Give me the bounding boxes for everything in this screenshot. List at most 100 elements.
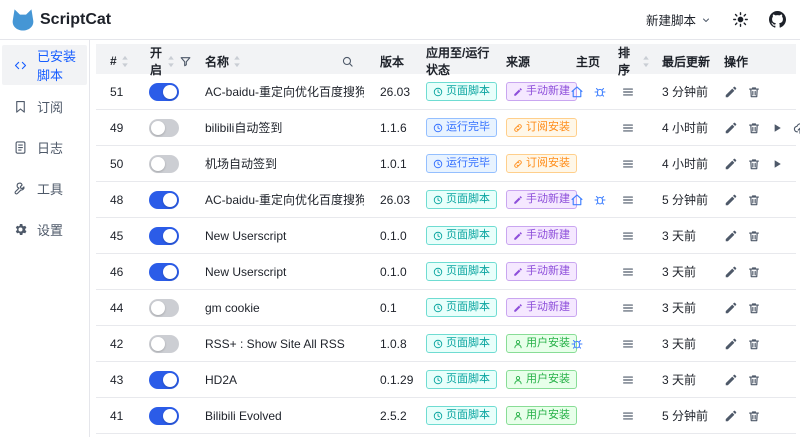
sort-carets-icon[interactable]	[233, 55, 241, 68]
column-header-name[interactable]: 名称	[192, 53, 364, 70]
enable-toggle[interactable]	[149, 407, 179, 425]
sidebar-item-installed-scripts[interactable]: 已安装脚本	[2, 45, 87, 85]
column-header-enabled[interactable]: 开启	[136, 44, 192, 78]
drag-handle-icon[interactable]	[621, 337, 635, 351]
enable-toggle[interactable]	[149, 335, 179, 353]
drag-handle-icon[interactable]	[621, 121, 635, 135]
status-badge[interactable]: 页面脚本	[426, 406, 497, 425]
edit-icon[interactable]	[724, 229, 738, 243]
sidebar-item-subscriptions[interactable]: 订阅	[2, 86, 87, 126]
status-badge[interactable]: 页面脚本	[426, 298, 497, 317]
edit-icon[interactable]	[724, 373, 738, 387]
delete-icon[interactable]	[747, 121, 761, 135]
status-badge[interactable]: 页面脚本	[426, 82, 497, 101]
edit-icon[interactable]	[724, 121, 738, 135]
row-index: 45	[96, 229, 136, 243]
delete-icon[interactable]	[747, 157, 761, 171]
source-badge[interactable]: 手动新建	[506, 226, 577, 245]
source-badge[interactable]: 订阅安装	[506, 154, 577, 173]
column-header-order[interactable]: 排序	[608, 44, 650, 78]
edit-icon[interactable]	[724, 157, 738, 171]
edit-icon[interactable]	[724, 301, 738, 315]
delete-icon[interactable]	[747, 301, 761, 315]
sort-carets-icon[interactable]	[121, 55, 129, 68]
edit-icon[interactable]	[724, 337, 738, 351]
drag-handle-icon[interactable]	[621, 409, 635, 423]
enable-toggle[interactable]	[149, 155, 179, 173]
enable-toggle[interactable]	[149, 119, 179, 137]
script-version: 1.0.1	[364, 157, 416, 171]
theme-toggle-icon[interactable]	[732, 11, 749, 28]
sidebar-item-settings[interactable]: 设置	[2, 209, 87, 249]
sidebar-item-logs[interactable]: 日志	[2, 127, 87, 167]
delete-icon[interactable]	[747, 373, 761, 387]
bug-icon[interactable]	[593, 85, 607, 99]
script-name[interactable]: New Userscript	[192, 265, 364, 279]
enable-toggle[interactable]	[149, 83, 179, 101]
enable-toggle[interactable]	[149, 263, 179, 281]
run-icon[interactable]	[770, 121, 784, 135]
drag-handle-icon[interactable]	[621, 229, 635, 243]
script-version: 0.1	[364, 301, 416, 315]
column-header-index[interactable]: #	[96, 54, 136, 68]
delete-icon[interactable]	[747, 193, 761, 207]
status-badge[interactable]: 页面脚本	[426, 334, 497, 353]
script-name[interactable]: 机场自动签到	[192, 155, 364, 172]
drag-handle-icon[interactable]	[621, 85, 635, 99]
enable-toggle[interactable]	[149, 299, 179, 317]
script-name[interactable]: gm cookie	[192, 301, 364, 315]
bug-icon[interactable]	[570, 337, 584, 351]
enable-toggle[interactable]	[149, 191, 179, 209]
script-name[interactable]: AC-baidu-重定向优化百度搜狗谷歌...	[192, 191, 364, 208]
sort-carets-icon[interactable]	[167, 55, 175, 68]
last-updated: 3 天前	[650, 335, 718, 352]
enable-toggle[interactable]	[149, 227, 179, 245]
new-script-button[interactable]: 新建脚本	[646, 10, 712, 29]
sort-carets-icon[interactable]	[642, 55, 650, 68]
script-name[interactable]: AC-baidu-重定向优化百度搜狗谷歌...	[192, 83, 364, 100]
status-badge[interactable]: 页面脚本	[426, 226, 497, 245]
home-icon[interactable]	[570, 193, 584, 207]
new-script-label: 新建脚本	[646, 10, 696, 29]
script-name[interactable]: HD2A	[192, 373, 364, 387]
home-icon[interactable]	[570, 85, 584, 99]
edit-icon[interactable]	[724, 409, 738, 423]
edit-icon[interactable]	[724, 85, 738, 99]
delete-icon[interactable]	[747, 229, 761, 243]
run-icon[interactable]	[770, 157, 784, 171]
script-name[interactable]: Bilibili Evolved	[192, 409, 364, 423]
filter-icon[interactable]	[179, 55, 192, 68]
delete-icon[interactable]	[747, 265, 761, 279]
status-badge[interactable]: 页面脚本	[426, 262, 497, 281]
search-icon[interactable]	[341, 55, 354, 68]
drag-handle-icon[interactable]	[621, 301, 635, 315]
source-badge[interactable]: 用户安装	[506, 370, 577, 389]
bug-icon[interactable]	[593, 193, 607, 207]
column-header-version: 版本	[364, 53, 416, 70]
source-badge[interactable]: 手动新建	[506, 298, 577, 317]
delete-icon[interactable]	[747, 409, 761, 423]
drag-handle-icon[interactable]	[621, 193, 635, 207]
drag-handle-icon[interactable]	[621, 373, 635, 387]
status-badge[interactable]: 页面脚本	[426, 190, 497, 209]
script-name[interactable]: New Userscript	[192, 229, 364, 243]
source-badge[interactable]: 手动新建	[506, 262, 577, 281]
script-name[interactable]: RSS+ : Show Site All RSS	[192, 337, 364, 351]
source-badge[interactable]: 订阅安装	[506, 118, 577, 137]
drag-handle-icon[interactable]	[621, 265, 635, 279]
status-badge[interactable]: 运行完毕	[426, 118, 497, 137]
sidebar-item-tools[interactable]: 工具	[2, 168, 87, 208]
status-badge[interactable]: 运行完毕	[426, 154, 497, 173]
source-badge[interactable]: 用户安装	[506, 406, 577, 425]
script-name[interactable]: bilibili自动签到	[192, 119, 364, 136]
cloud-upload-icon[interactable]	[793, 121, 800, 135]
edit-icon[interactable]	[724, 193, 738, 207]
edit-icon[interactable]	[724, 265, 738, 279]
delete-icon[interactable]	[747, 85, 761, 99]
delete-icon[interactable]	[747, 337, 761, 351]
status-badge[interactable]: 页面脚本	[426, 370, 497, 389]
column-header-source: 来源	[496, 53, 562, 70]
enable-toggle[interactable]	[149, 371, 179, 389]
github-icon[interactable]	[769, 11, 786, 28]
drag-handle-icon[interactable]	[621, 157, 635, 171]
